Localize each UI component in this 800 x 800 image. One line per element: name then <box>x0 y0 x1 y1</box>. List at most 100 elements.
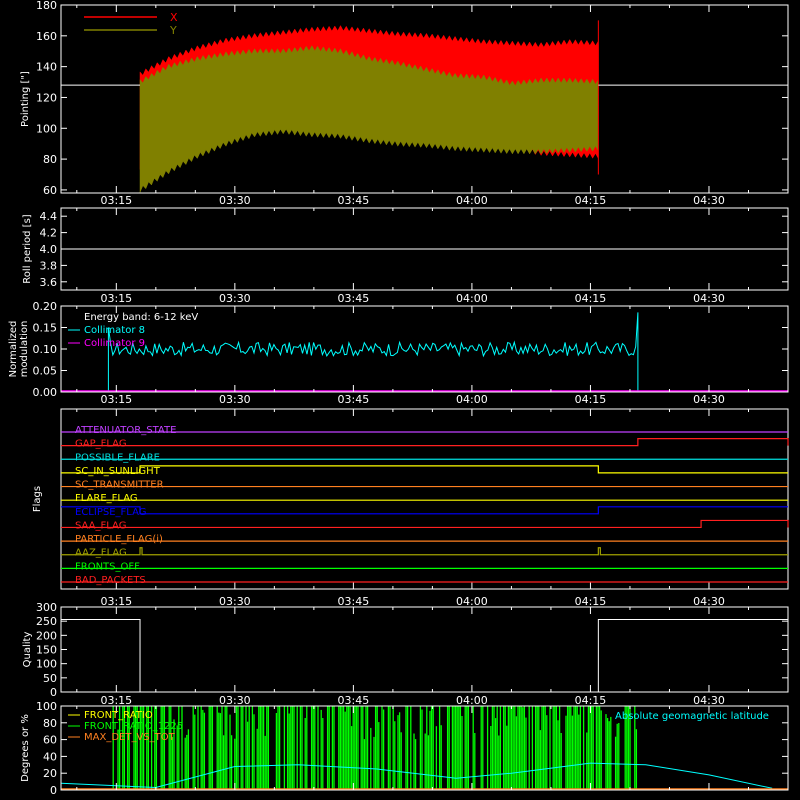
quicklook-figure-svg: 03:15 03:30 03:45 04:00 04:15 04:30 60 80 100 120… <box>0 0 800 800</box>
time-tick-label: 04:30 <box>693 194 725 207</box>
flag-line-eclipse_flag <box>61 506 788 515</box>
time-tick-label: 03:45 <box>338 393 370 406</box>
time-tick-label: 03:15 <box>100 292 132 305</box>
flag-line-saa_flag <box>61 519 789 529</box>
time-tick-label: 03:30 <box>219 595 251 608</box>
modulation-legend-label: Collimator 8 <box>84 325 145 336</box>
panel-6-y-tick-label: 20 <box>43 767 57 780</box>
panel-2-y-tick-label: 4.2 <box>40 227 58 240</box>
panel-3-y-label: Normalized <box>8 321 19 378</box>
panel-3-y-tick-label: 0.15 <box>33 322 58 335</box>
flag-row: PARTICLE_FLAG(i) <box>61 534 788 545</box>
panel-1-y-label: Pointing ["] <box>20 71 31 127</box>
flag-label-flare_flag: FLARE_FLAG <box>75 493 138 504</box>
time-tick-label: 04:15 <box>575 292 607 305</box>
flag-row: SC_IN_SUNLIGHT <box>61 465 788 477</box>
time-tick-label: 04:15 <box>575 694 607 707</box>
panel-6-y-tick-label: 100 <box>36 700 57 713</box>
panel-1-y-tick-label: 60 <box>43 184 57 197</box>
flag-label-possible_flare: POSSIBLE_FLARE <box>75 452 160 463</box>
pointing-plot <box>61 20 788 193</box>
panel-5-y-tick-label: 0 <box>50 686 57 699</box>
panel-2-y-tick-label: 3.6 <box>40 276 58 289</box>
degrees-legend-label: MAX_DET_VS_TOT <box>84 732 176 743</box>
time-tick-label: 04:00 <box>456 194 488 207</box>
panel-1-y-tick-label: 180 <box>36 0 57 12</box>
flag-label-sc_in_sunlight: SC_IN_SUNLIGHT <box>75 466 161 477</box>
panel-5-y-tick-label: 300 <box>36 601 57 614</box>
flag-row: POSSIBLE_FLARE <box>61 452 788 463</box>
panel-3-y-tick-label: 0.00 <box>33 386 58 399</box>
panel-5-y-tick-label: 250 <box>36 615 57 628</box>
time-tick-label: 04:00 <box>456 694 488 707</box>
panel-1-y-tick-label: 140 <box>36 61 57 74</box>
time-tick-label: 04:30 <box>693 694 725 707</box>
quicklook-figure: 03:15 03:30 03:45 04:00 04:15 04:30 60 80 100 120… <box>0 0 800 800</box>
flag-row: FRONTS_OFF <box>61 561 788 572</box>
time-tick-label: 03:45 <box>338 194 370 207</box>
flag-line-sc_in_sunlight <box>61 465 788 474</box>
time-tick-label: 04:00 <box>456 595 488 608</box>
time-tick-label: 03:45 <box>338 292 370 305</box>
time-tick-label: 03:30 <box>219 694 251 707</box>
panel-2-y-tick-label: 4.4 <box>40 210 58 223</box>
flag-row: ECLIPSE_FLAG <box>61 506 788 518</box>
time-tick-label: 04:30 <box>693 292 725 305</box>
time-tick-label: 03:30 <box>219 292 251 305</box>
time-tick-label: 03:15 <box>100 194 132 207</box>
quality-line <box>61 618 788 693</box>
flag-row: ATTENUATOR_STATE <box>61 425 788 436</box>
flag-row: FLARE_FLAG <box>61 493 788 504</box>
flag-label-gap_flag: GAP_FLAG <box>75 439 127 450</box>
latitude-line <box>60 762 773 789</box>
panel-6-y-tick-label: 60 <box>43 734 57 747</box>
panel-2-y-tick-label: 3.8 <box>40 259 58 272</box>
panel-3-y-tick-label: 0.20 <box>33 300 58 313</box>
panel-5-y-tick-label: 100 <box>36 658 57 671</box>
time-tick-label: 03:15 <box>100 595 132 608</box>
flag-row: SAA_FLAG <box>61 519 789 531</box>
time-tick-label: 03:30 <box>219 393 251 406</box>
time-tick-label: 04:30 <box>693 595 725 608</box>
legend-label-y: Y <box>169 24 177 37</box>
panel-4-frame <box>60 408 789 590</box>
time-tick-label: 03:15 <box>100 393 132 406</box>
time-tick-label: 04:15 <box>575 393 607 406</box>
panel-6-y-tick-label: 40 <box>43 750 57 763</box>
front-ratio-bars <box>112 706 638 790</box>
latitude-label: Absolute geomagnetic latitude <box>615 711 769 722</box>
panel-2-y-tick-label: 4.0 <box>40 243 58 256</box>
legend-label-x: X <box>170 11 178 24</box>
time-tick-label: 03:30 <box>219 194 251 207</box>
flag-label-attenuator_state: ATTENUATOR_STATE <box>75 425 176 436</box>
time-tick-label: 04:15 <box>575 194 607 207</box>
flag-row: GAP_FLAG <box>61 438 789 450</box>
panel-4-y-label: Flags <box>32 486 43 512</box>
flag-label-particle_flag(i): PARTICLE_FLAG(i) <box>75 534 163 545</box>
time-tick-label: 04:15 <box>575 595 607 608</box>
panel-3-y-tick-label: 0.10 <box>33 343 58 356</box>
panel-3-y-tick-label: 0.05 <box>33 365 58 378</box>
time-tick-label: 04:30 <box>693 393 725 406</box>
modulation-legend-title: Energy band: 6-12 keV <box>84 312 198 323</box>
flag-label-saa_flag: SAA_FLAG <box>75 520 126 531</box>
panel-1-y-tick-label: 100 <box>36 122 57 135</box>
flag-label-fronts_off: FRONTS_OFF <box>75 561 140 572</box>
collimator-8-line <box>107 312 639 392</box>
degrees-legend-label: FRONT_RATIO_1225 <box>84 721 183 732</box>
panel-6-y-tick-label: 0 <box>50 784 57 797</box>
panel-1-y-tick-label: 160 <box>36 30 57 43</box>
modulation-legend-label: Collimator 9 <box>84 338 145 349</box>
flag-row: BAD_PACKETS <box>61 575 788 586</box>
flag-line-gap_flag <box>61 438 789 447</box>
flag-row: AAZ_FLAG <box>61 547 788 559</box>
time-tick-label: 04:00 <box>456 393 488 406</box>
time-tick-label: 03:15 <box>100 694 132 707</box>
flag-label-bad_packets: BAD_PACKETS <box>75 575 146 586</box>
flag-line-aaz_flag <box>61 547 788 556</box>
panel-5-y-tick-label: 150 <box>36 644 57 657</box>
flag-label-aaz_flag: AAZ_FLAG <box>75 548 127 559</box>
panel-6-y-label: Degrees or % <box>20 714 31 782</box>
flag-label-sc_transmitter: SC_TRANSMITTER <box>75 480 164 491</box>
time-tick-label: 03:45 <box>338 694 370 707</box>
